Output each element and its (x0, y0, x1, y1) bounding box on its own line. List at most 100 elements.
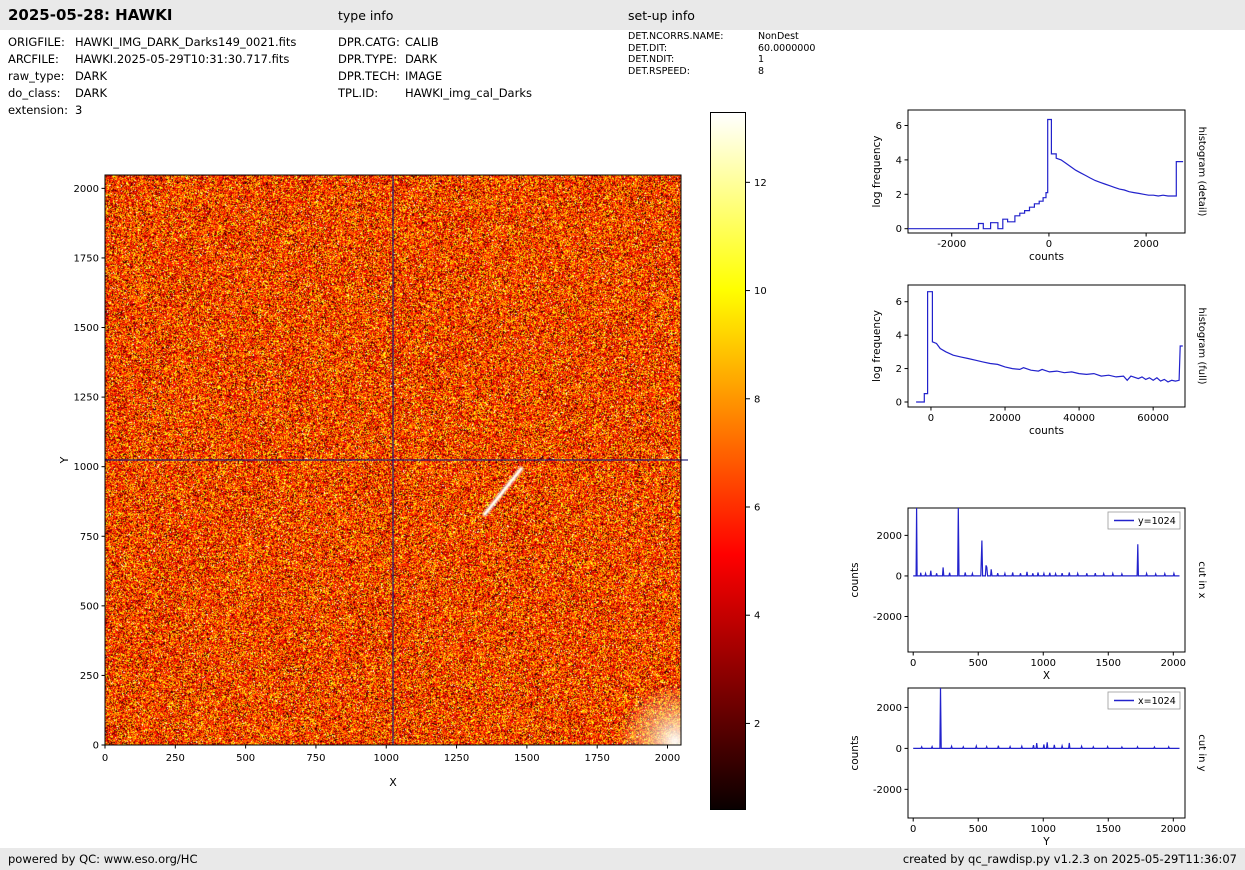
file-info-block: ORIGFILE: HAWKI_IMG_DARK_Darks149_0021.fi… (8, 34, 296, 119)
metadata-row: TPL.ID: HAWKI_img_cal_Darks (338, 85, 532, 102)
footer-right: created by qc_rawdisp.py v1.2.3 on 2025-… (902, 852, 1237, 866)
axis-text: cut in y (1196, 734, 1207, 771)
axis-text: 6 (896, 297, 902, 308)
axis-text: 1250 (444, 753, 469, 764)
page-title: 2025-05-28: HAWKI (8, 6, 173, 24)
qc-report-page: 2025-05-28: HAWKI type info set-up info … (0, 0, 1245, 870)
metadata-value: DARK (405, 52, 438, 66)
axis-text: 1000 (374, 753, 399, 764)
hist-full-series (916, 291, 1183, 403)
axis-text: counts (849, 562, 861, 597)
axis-text: 500 (80, 601, 99, 612)
axis-text: Y (58, 456, 71, 464)
axis-text: 0 (896, 224, 902, 235)
setup-info-block: DET.NCORRS.NAME: NonDest DET.DIT: 60.000000… (628, 31, 815, 77)
metadata-value: 1 (758, 54, 765, 65)
metadata-row: DET.NDIT: 1 (628, 54, 815, 66)
cut-x-series (913, 508, 1180, 577)
axis-text: 2000 (1161, 824, 1186, 835)
metadata-row: raw_type: DARK (8, 68, 296, 85)
axis-text: 2000 (655, 753, 680, 764)
axis-text: 1250 (74, 393, 99, 404)
axis-text: 2000 (877, 703, 902, 714)
metadata-row: extension: 3 (8, 102, 296, 119)
axis-text: 750 (306, 753, 325, 764)
axis-text: 2 (754, 719, 760, 730)
axis-text: 1500 (74, 323, 99, 334)
axis-text: 0 (1046, 239, 1052, 250)
axis-text: 0 (896, 571, 902, 582)
axis-text: 1750 (584, 753, 609, 764)
axis-text: x=1024 (1138, 696, 1176, 707)
axis-text: counts (1029, 251, 1064, 263)
setup-info-heading: set-up info (628, 8, 695, 23)
axis-text: X (1043, 670, 1050, 682)
metadata-label: DPR.TYPE: (338, 52, 398, 66)
metadata-label: ARCFILE: (8, 52, 59, 66)
footer-left: powered by QC: www.eso.org/HC (8, 852, 198, 866)
axis-text: 40000 (1063, 413, 1095, 424)
metadata-row: DPR.TECH: IMAGE (338, 68, 532, 85)
axis-text: 2000 (1133, 239, 1158, 250)
axis-text: 0 (928, 413, 934, 424)
metadata-row: DPR.TYPE: DARK (338, 51, 532, 68)
axis-text: log frequency (871, 310, 883, 382)
axis-text: 2000 (877, 531, 902, 542)
cut-y-legend (1107, 691, 1181, 710)
dark-frame-image (105, 175, 681, 745)
axis-text: counts (849, 735, 861, 770)
axis-text: 6 (896, 121, 902, 132)
metadata-row: DPR.CATG: CALIB (338, 34, 532, 51)
axis-text: 2 (896, 364, 902, 375)
axis-text: 4 (896, 331, 902, 342)
metadata-value: 8 (758, 65, 765, 77)
type-info-heading: type info (338, 8, 394, 23)
axis-text: 500 (969, 658, 988, 669)
metadata-value: 3 (75, 103, 83, 117)
axis-text: 20000 (989, 413, 1021, 424)
cut-x-legend (1107, 511, 1181, 530)
colorbar (710, 112, 746, 810)
axis-text: 1500 (1096, 658, 1121, 669)
axis-text: histogram (detail) (1196, 127, 1207, 217)
axis-text: 2 (896, 190, 902, 201)
axis-text: 6 (754, 502, 760, 513)
metadata-label: DPR.TECH: (338, 69, 400, 83)
cut-y-plot: 0 500 1000 1500 2000 -2000 0 2000 Ycounts cut in … (849, 687, 1207, 848)
axis-text: 1750 (74, 253, 99, 264)
metadata-value: CALIB (405, 35, 439, 49)
metadata-row: do_class: DARK (8, 85, 296, 102)
metadata-label: ORIGFILE: (8, 35, 65, 49)
metadata-value: NonDest (758, 31, 799, 42)
axis-text: -2000 (873, 785, 902, 796)
metadata-label: DET.NDIT: (628, 54, 675, 65)
metadata-row: DET.DIT: 60.0000000 (628, 43, 815, 55)
axis-text: -2000 (873, 612, 902, 623)
metadata-value: HAWKI.2025-05-29T10:31:30.717.fits (75, 52, 290, 66)
metadata-value: IMAGE (405, 69, 443, 83)
axis-text: 1000 (1031, 824, 1056, 835)
metadata-value: HAWKI_img_cal_Darks (405, 86, 532, 100)
axis-text: 500 (236, 753, 255, 764)
type-info-block: DPR.CATG: CALIB DPR.TYPE: DARK DPR.TECH: IMAG… (338, 34, 532, 102)
cut-y-series (913, 688, 1180, 750)
axis-text: 750 (80, 532, 99, 543)
axis-text: 0 (93, 741, 99, 752)
axis-text: 1500 (1096, 824, 1121, 835)
axis-text: 8 (754, 394, 760, 405)
axis-text: X (389, 776, 397, 789)
axis-text: 12 (754, 178, 767, 189)
hist-full-plot: 0 20000 40000 60000 0 2 4 6 counts log frequency h… (871, 284, 1207, 437)
axis-text: 2000 (74, 184, 99, 195)
axis-text: 2000 (1161, 658, 1186, 669)
axis-text: log frequency (871, 135, 883, 207)
axis-text: 0 (102, 753, 108, 764)
axis-text: 0 (910, 658, 916, 669)
axis-text: 250 (80, 671, 99, 682)
metadata-value: DARK (75, 86, 108, 100)
metadata-label: raw_type: (8, 69, 65, 83)
metadata-label: DET.DIT: (628, 42, 668, 54)
axis-text: 1500 (514, 753, 539, 764)
metadata-row: ORIGFILE: HAWKI_IMG_DARK_Darks149_0021.fi… (8, 34, 296, 51)
header-bar: 2025-05-28: HAWKI type info set-up info (0, 0, 1245, 30)
